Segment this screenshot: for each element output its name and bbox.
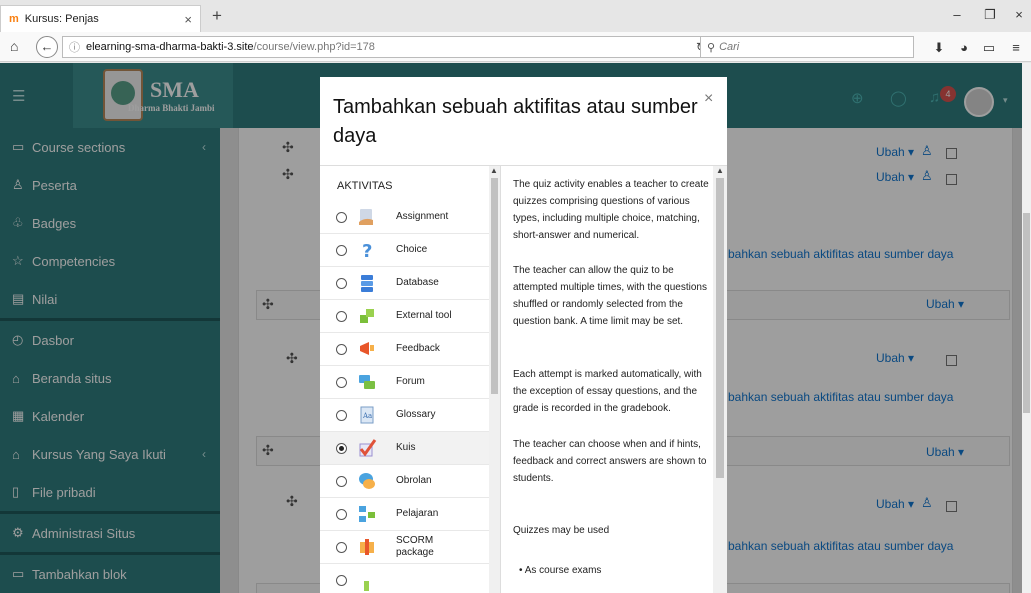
search-placeholder: Cari <box>719 41 740 53</box>
url-path: /course/view.php?id=178 <box>253 41 375 53</box>
help-paragraph: Each attempt is marked automatically, wi… <box>513 369 702 414</box>
options-scrollbar[interactable]: ▲ <box>489 166 500 593</box>
help-scrollbar-thumb[interactable] <box>716 178 724 478</box>
page-scrollbar-thumb[interactable] <box>1023 213 1030 413</box>
address-bar: ⌂ ← ⓘ elearning-sma-dharma-bakti-3.site … <box>0 32 1031 62</box>
feedback-icon <box>360 342 374 355</box>
home-icon[interactable]: ⌂ <box>10 38 18 54</box>
option-radio[interactable] <box>336 310 347 322</box>
partial-option-icon <box>364 580 369 591</box>
url-host: elearning-sma-dharma-bakti-3.site <box>86 41 254 53</box>
database-icon <box>361 275 373 292</box>
option-label: Kuis <box>396 442 416 453</box>
info-icon[interactable]: ⓘ <box>69 39 80 55</box>
options-section-header: AKTIVITAS <box>337 180 393 192</box>
restore-button[interactable]: ❐ <box>978 7 1002 23</box>
quiz-icon <box>359 439 377 457</box>
lesson-icon <box>359 506 375 522</box>
option-label: Forum <box>396 376 425 387</box>
browser-search-input[interactable]: ⚲ Cari <box>700 36 914 58</box>
forum-icon <box>359 375 375 389</box>
option-radio[interactable] <box>336 541 347 553</box>
option-feedback[interactable]: Feedback <box>320 333 489 366</box>
option-glossary[interactable]: Aa Glossary <box>320 399 489 432</box>
help-paragraph: The teacher can choose when and if hints… <box>513 439 707 484</box>
scroll-up-icon[interactable]: ▲ <box>716 166 724 175</box>
activity-chooser-dialog: Tambahkan sebuah aktifitas atau sumber d… <box>320 77 727 593</box>
help-list-item: • As course exams <box>519 565 602 576</box>
help-scrollbar[interactable]: ▲ <box>713 166 727 593</box>
url-field[interactable]: ⓘ elearning-sma-dharma-bakti-3.site /cou… <box>62 36 715 58</box>
svg-text:Aa: Aa <box>362 412 372 420</box>
choice-icon: ? <box>362 241 372 260</box>
option-choice[interactable]: ? Choice <box>320 234 489 267</box>
help-paragraph: Quizzes may be used <box>513 525 610 536</box>
sidebar-toggle-icon[interactable]: ▭ <box>980 40 998 56</box>
activity-help-panel: The quiz activity enables a teacher to c… <box>500 166 713 593</box>
tab-close-icon[interactable]: × <box>184 12 192 27</box>
new-tab-button[interactable]: + <box>206 6 228 26</box>
scorm-icon <box>360 539 374 555</box>
option-radio-selected[interactable] <box>336 442 347 454</box>
browser-tab[interactable]: m Kursus: Penjas × <box>0 5 201 32</box>
option-label: Glossary <box>396 409 436 420</box>
option-label: Pelajaran <box>396 508 439 519</box>
moodle-favicon-icon: m <box>9 13 19 25</box>
option-radio[interactable] <box>336 475 347 487</box>
assignment-icon <box>359 209 373 225</box>
modal-title: Tambahkan sebuah aktifitas atau sumber d… <box>333 96 698 147</box>
back-button-icon[interactable]: ← <box>36 36 58 58</box>
option-obrolan[interactable]: Obrolan <box>320 465 489 498</box>
option-external-tool[interactable]: External tool <box>320 300 489 333</box>
glossary-icon: Aa <box>360 406 374 424</box>
option-kuis[interactable]: Kuis <box>320 432 489 465</box>
option-radio[interactable] <box>336 575 347 586</box>
scroll-up-icon[interactable]: ▲ <box>490 166 498 175</box>
option-radio[interactable] <box>336 277 347 289</box>
help-paragraph: The quiz activity enables a teacher to c… <box>513 179 709 241</box>
search-icon: ⚲ <box>707 41 716 54</box>
option-label: Assignment <box>396 211 449 222</box>
option-radio[interactable] <box>336 343 347 355</box>
external-tool-icon <box>360 309 374 323</box>
option-radio[interactable] <box>336 376 347 388</box>
option-radio[interactable] <box>336 508 347 520</box>
options-scrollbar-thumb[interactable] <box>491 178 498 394</box>
download-icon[interactable]: ⬇ <box>930 40 948 56</box>
tab-title: Kursus: Penjas <box>24 13 99 25</box>
page-scrollbar[interactable] <box>1022 63 1031 593</box>
chat-icon <box>359 473 375 489</box>
option-radio[interactable] <box>336 211 347 223</box>
option-label: Obrolan <box>396 475 432 486</box>
window-close-button[interactable]: × <box>1007 7 1031 22</box>
option-radio[interactable] <box>336 244 347 256</box>
option-label: Choice <box>396 244 428 255</box>
help-paragraph: The teacher can allow the quiz to be att… <box>513 265 707 327</box>
option-partial[interactable] <box>320 564 489 593</box>
option-pelajaran[interactable]: Pelajaran <box>320 498 489 531</box>
option-forum[interactable]: Forum <box>320 366 489 399</box>
option-database[interactable]: Database <box>320 267 489 300</box>
option-scorm[interactable]: SCORM package <box>320 531 489 564</box>
option-label: Database <box>396 277 439 288</box>
minimize-button[interactable]: – <box>945 7 969 22</box>
option-radio[interactable] <box>336 409 347 421</box>
menu-icon[interactable]: ≡ <box>1007 40 1025 55</box>
browser-tab-bar: m Kursus: Penjas × + – ❐ × <box>0 0 1031 32</box>
svg-text:?: ? <box>362 241 372 260</box>
pocket-icon[interactable]: ◕ <box>955 40 973 55</box>
option-label: External tool <box>396 310 452 321</box>
option-assignment[interactable]: Assignment <box>320 201 489 234</box>
close-icon[interactable]: × <box>704 90 713 108</box>
activity-options-list: AKTIVITAS Assignment ? Choice Database E… <box>320 166 489 593</box>
option-label: SCORM package <box>396 535 434 558</box>
option-label: Feedback <box>396 343 440 354</box>
